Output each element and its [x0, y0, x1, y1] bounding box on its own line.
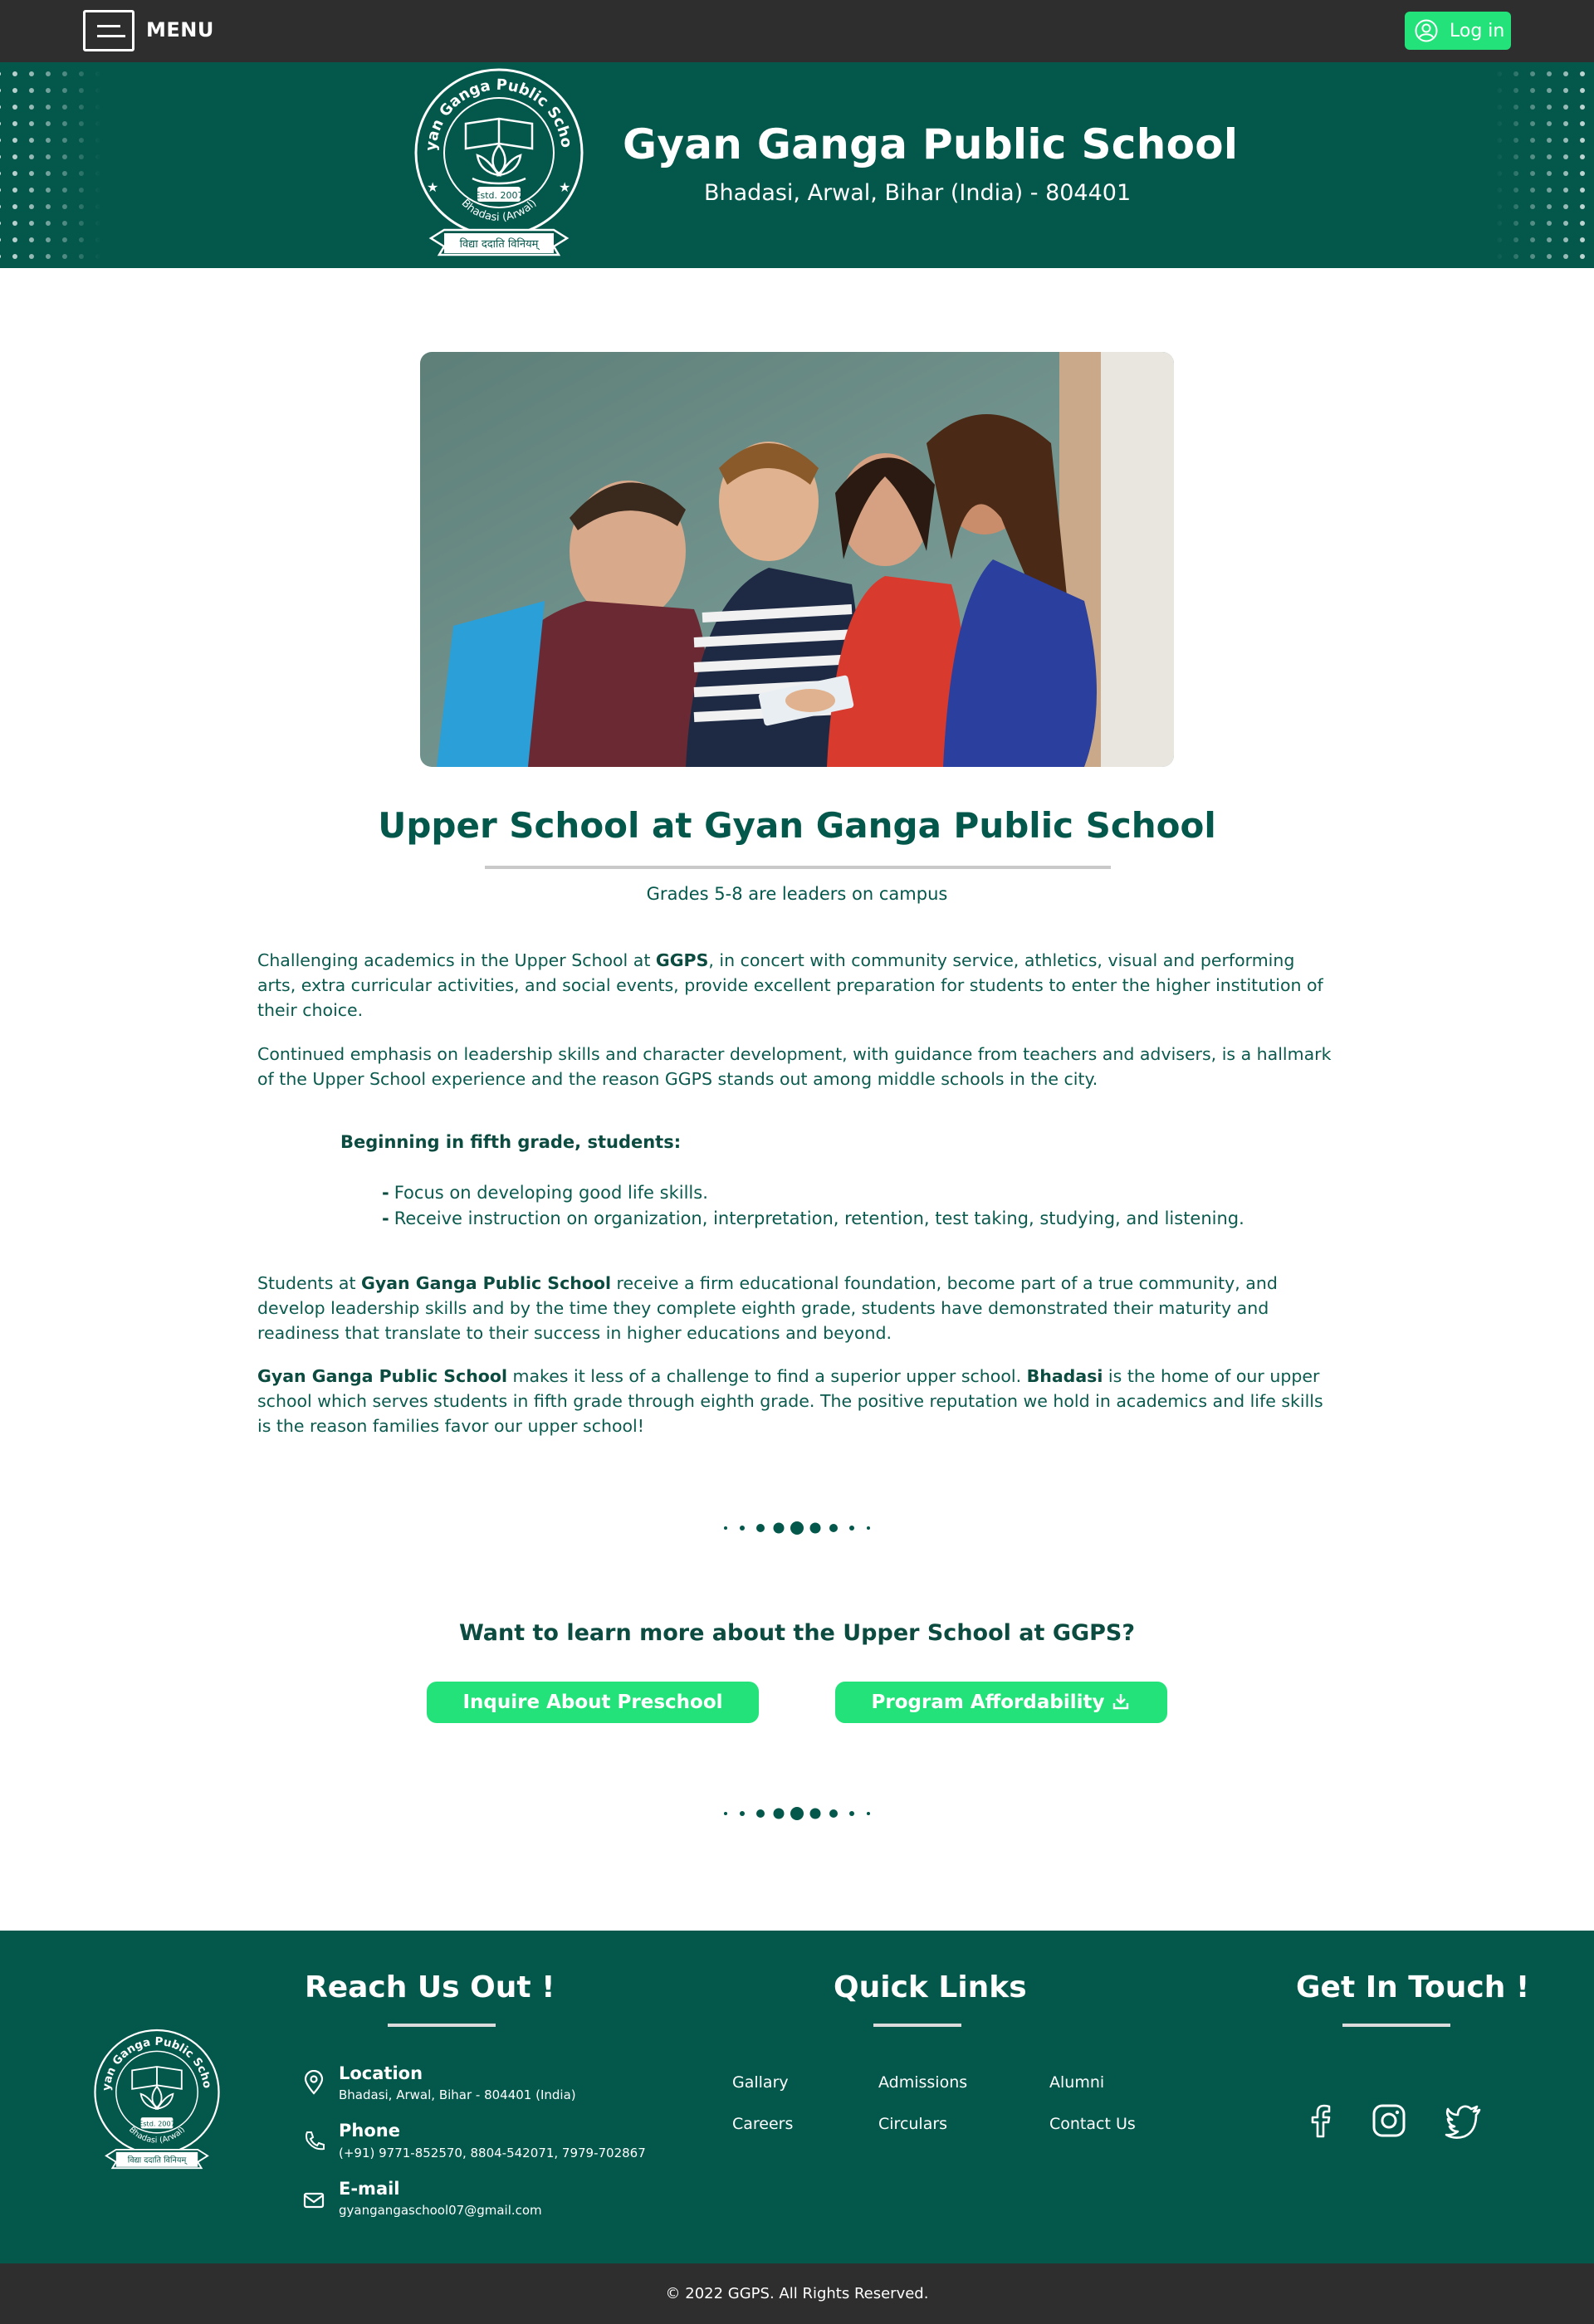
quick-link-gallary[interactable]: Gallary — [732, 2073, 789, 2092]
heading-underline — [1342, 2024, 1450, 2027]
login-button[interactable]: Log in — [1405, 12, 1511, 50]
quick-link-careers[interactable]: Careers — [732, 2115, 793, 2133]
svg-text:Gyan Ganga Public School: Gyan Ganga Public School — [411, 66, 575, 152]
hamburger-menu-icon[interactable] — [83, 10, 134, 51]
list-heading: Beginning in fifth grade, students: — [340, 1132, 682, 1152]
contact-phone-value: (+91) 9771-852570, 8804-542071, 7979-702… — [339, 2146, 646, 2160]
foundation-paragraph: Students at Gyan Ganga Public School rec… — [257, 1273, 1278, 1343]
facebook-icon[interactable] — [1302, 2102, 1340, 2140]
school-address: Bhadasi, Arwal, Bihar (India) - 804401 — [704, 180, 1132, 206]
page-subtitle: Grades 5-8 are leaders on campus — [646, 884, 948, 904]
get-in-touch-heading: Get In Touch ! — [1296, 1970, 1530, 2004]
user-icon — [1415, 19, 1438, 42]
svg-text:★: ★ — [427, 179, 438, 195]
dot-pattern-decoration — [1494, 69, 1594, 261]
contact-phone-title: Phone — [339, 2121, 400, 2141]
phone-icon — [306, 2131, 325, 2151]
svg-text:विद्या ददाति विनियम्: विद्या ददाति विनियम् — [128, 2156, 188, 2165]
footer-school-logo: Gyan Ganga Public School Bhadasi (Arwal)… — [91, 2027, 220, 2170]
mail-icon — [303, 2192, 325, 2209]
copyright-bar: © 2022 GGPS. All Rights Reserved. — [0, 2263, 1594, 2324]
bullet-list: - Focus on developing good life skills. -… — [382, 1180, 1244, 1232]
contact-email-title: E-mail — [339, 2179, 400, 2199]
menu-line — [97, 25, 120, 27]
svg-text:Estd. 2007: Estd. 2007 — [139, 2120, 175, 2128]
quick-links-heading: Quick Links — [834, 1970, 1027, 2004]
login-label: Log in — [1450, 21, 1505, 42]
dotted-divider — [724, 1521, 870, 1535]
site-footer: Gyan Ganga Public School Bhadasi (Arwal)… — [0, 1931, 1594, 2263]
page-title: Upper School at Gyan Ganga Public School — [378, 805, 1216, 846]
svg-text:विद्या ददाति विनियम्: विद्या ददाति विनियम् — [460, 237, 540, 251]
copyright-text: © 2022 GGPS. All Rights Reserved. — [665, 2285, 929, 2302]
list-item: - Focus on developing good life skills. — [382, 1183, 708, 1203]
students-photo — [420, 352, 1174, 767]
heading-underline — [873, 2024, 961, 2027]
heading-underline — [388, 2024, 496, 2027]
top-navbar: MENU Log in — [0, 0, 1594, 62]
contact-email-value[interactable]: gyangangaschool07@gmail.com — [339, 2203, 542, 2218]
contact-location-value: Bhadasi, Arwal, Bihar - 804401 (India) — [339, 2087, 576, 2102]
title-underline — [485, 866, 1111, 869]
contact-location-title: Location — [339, 2063, 423, 2083]
svg-text:Estd. 2007: Estd. 2007 — [475, 190, 524, 201]
quick-link-alumni[interactable]: Alumni — [1049, 2073, 1104, 2092]
download-icon — [1113, 1694, 1129, 1710]
location-pin-icon — [304, 2070, 324, 2095]
school-name-title: Gyan Ganga Public School — [623, 120, 1239, 168]
intro-paragraph: Challenging academics in the Upper Schoo… — [257, 950, 1323, 1020]
svg-text:Gyan Ganga Public School: Gyan Ganga Public School — [91, 2027, 213, 2092]
list-item: - Receive instruction on organization, in… — [382, 1208, 1244, 1228]
learn-more-heading: Want to learn more about the Upper Schoo… — [458, 1620, 1136, 1646]
dotted-divider — [724, 1807, 870, 1820]
reputation-paragraph: Gyan Ganga Public School makes it less o… — [257, 1366, 1323, 1436]
quick-link-circulars[interactable]: Circulars — [878, 2115, 947, 2133]
menu-label[interactable]: MENU — [146, 18, 214, 42]
school-header: Gyan Ganga Public School Bhadasi (Arwal)… — [0, 62, 1594, 268]
dot-pattern-decoration — [0, 69, 101, 261]
svg-text:★: ★ — [559, 179, 570, 195]
school-logo: Gyan Ganga Public School Bhadasi (Arwal)… — [411, 66, 584, 256]
quick-link-contact-us[interactable]: Contact Us — [1049, 2115, 1136, 2133]
program-affordability-button[interactable]: Program Affordability — [835, 1682, 1167, 1723]
quick-link-admissions[interactable]: Admissions — [878, 2073, 967, 2092]
inquire-preschool-button[interactable]: Inquire About Preschool — [427, 1682, 759, 1723]
instagram-icon[interactable] — [1370, 2102, 1408, 2140]
menu-line — [97, 35, 125, 37]
leadership-paragraph: Continued emphasis on leadership skills … — [257, 1044, 1332, 1089]
reach-us-heading: Reach Us Out ! — [305, 1970, 555, 2004]
twitter-icon[interactable] — [1445, 2102, 1483, 2140]
